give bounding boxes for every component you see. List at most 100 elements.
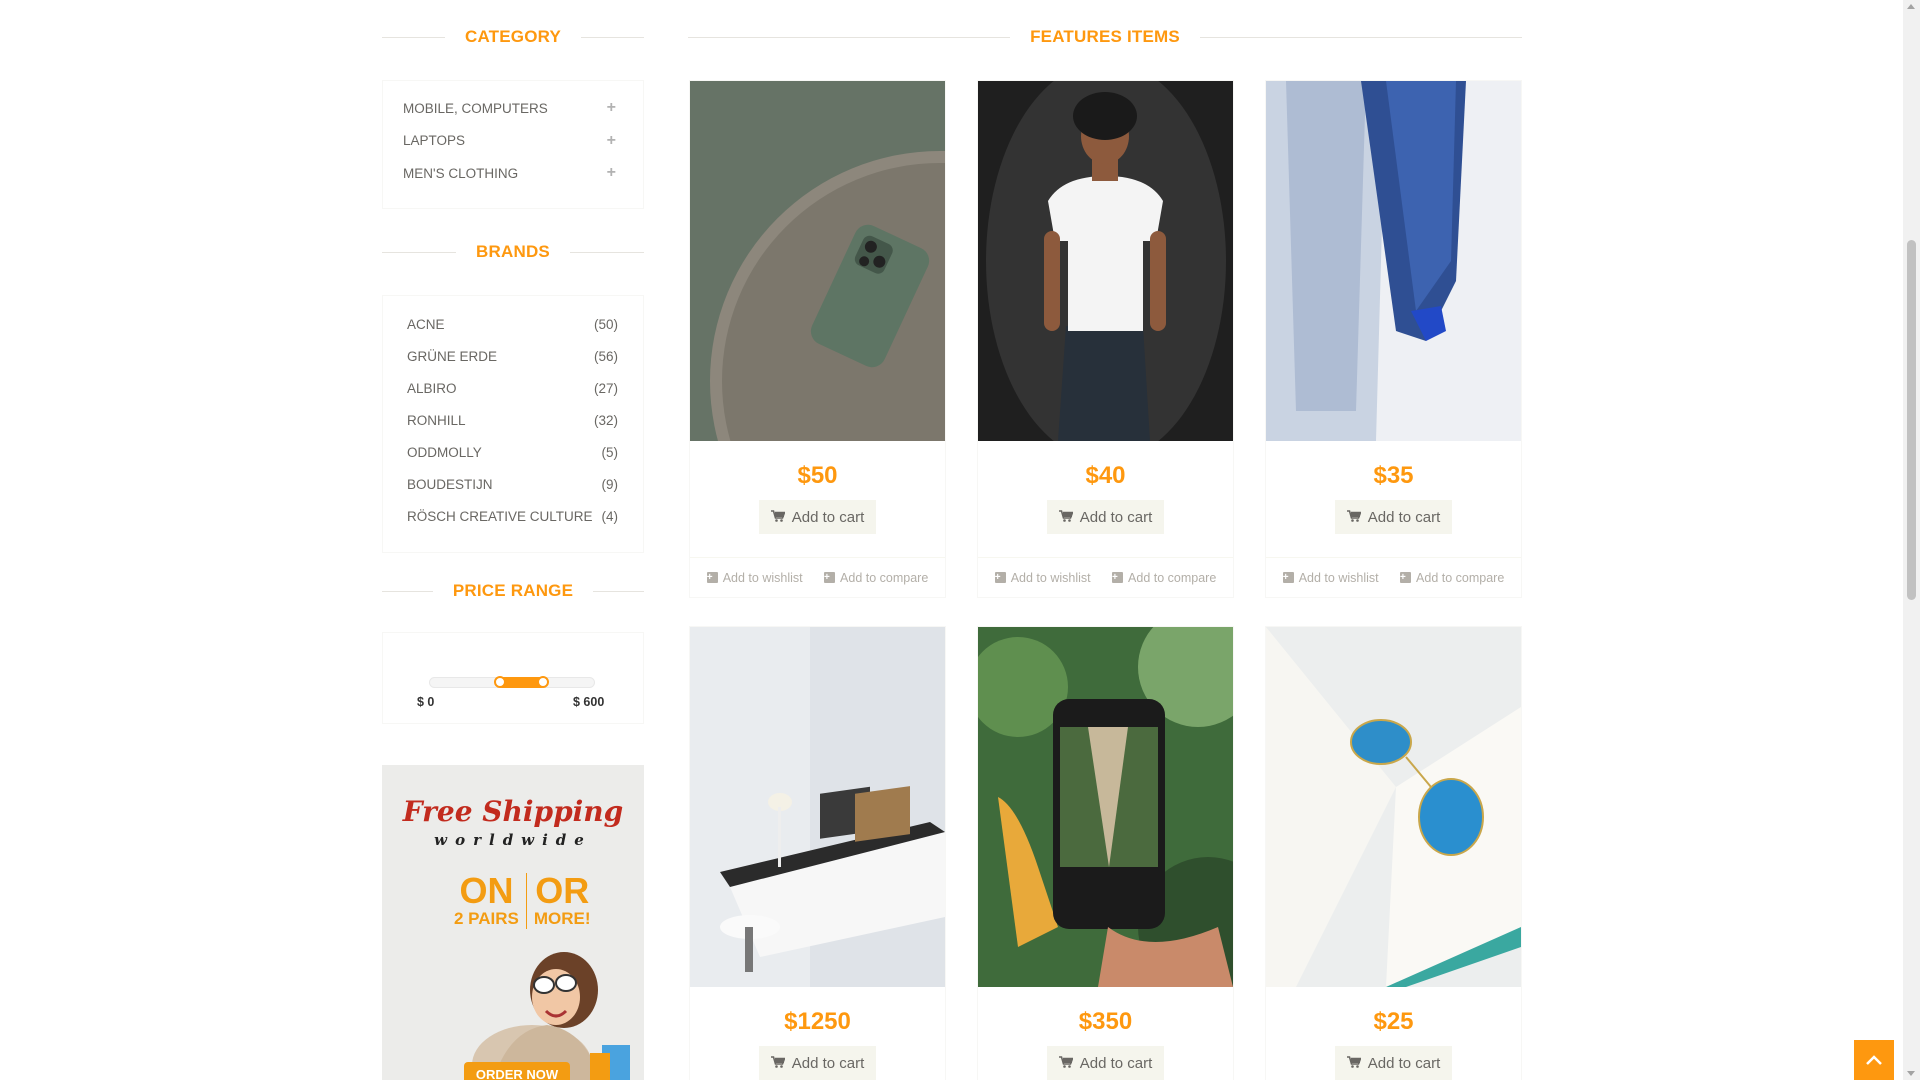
shopping-cart-icon [1346, 509, 1362, 526]
price-range-heading: PRICE RANGE [382, 579, 644, 603]
product-actions: + Add to wishlist + Add to compare [978, 557, 1233, 597]
features-heading: FEATURES ITEMS [688, 25, 1523, 49]
product-card: $25 Add to cart [1265, 626, 1522, 1080]
category-heading: CATEGORY [382, 25, 645, 49]
add-to-compare-link[interactable]: + Add to compare [1400, 571, 1504, 585]
brand-count: (5) [601, 444, 619, 460]
product-card: $35 Add to cart + Add to wishlist + Add to… [1265, 80, 1522, 598]
brand-count: (56) [593, 348, 618, 364]
add-to-wishlist-label: Add to wishlist [1298, 570, 1379, 585]
scroll-up-arrow-icon[interactable] [1907, 4, 1915, 9]
price-slider[interactable] [429, 676, 595, 688]
brand-item-acne[interactable]: ACNE (50) [383, 308, 643, 340]
category-label: MOBILE, COMPUTERS [403, 100, 548, 116]
add-to-cart-label: Add to cart [791, 1054, 865, 1072]
shopping-cart-icon [770, 509, 786, 526]
brand-item-rosch-creative-culture[interactable]: RÖSCH CREATIVE CULTURE (4) [383, 500, 643, 532]
plus-icon[interactable]: + [607, 164, 616, 182]
add-to-wishlist-link[interactable]: + Add to wishlist [1282, 570, 1379, 585]
scroll-to-top-button[interactable] [1854, 1040, 1894, 1080]
brand-name: ALBIRO [407, 380, 457, 396]
plus-square-icon: + [1282, 572, 1294, 583]
add-to-cart-button[interactable]: Add to cart [1047, 500, 1164, 534]
product-price: $25 [1373, 1008, 1414, 1035]
shopping-cart-icon [1346, 1055, 1362, 1072]
order-now-button[interactable]: ORDER NOW [464, 1062, 570, 1080]
category-title: CATEGORY [464, 27, 562, 46]
add-to-cart-button[interactable]: Add to cart [1335, 1046, 1452, 1080]
add-to-compare-label: Add to compare [1128, 570, 1217, 585]
plus-icon[interactable]: + [607, 99, 616, 117]
product-actions: + Add to wishlist + Add to compare [690, 557, 945, 597]
product-image-man-white-tshirt[interactable] [978, 81, 1233, 441]
price-range-title: PRICE RANGE [452, 581, 574, 600]
add-to-cart-button[interactable]: Add to cart [1335, 500, 1452, 534]
add-to-cart-label: Add to cart [1367, 508, 1441, 526]
page-scrollbar[interactable] [1903, 0, 1920, 1080]
brand-count: (27) [593, 380, 618, 396]
product-price: $1250 [784, 1008, 851, 1035]
chevron-up-icon [1866, 1055, 1882, 1065]
product-card: $50 Add to cart + Add to wishlist + Add to… [689, 80, 946, 598]
brand-item-albiro[interactable]: ALBIRO (27) [383, 372, 643, 404]
add-to-compare-link[interactable]: + Add to compare [1112, 571, 1216, 585]
plus-icon[interactable]: + [607, 132, 616, 150]
product-card: $1250 Add to cart [689, 626, 946, 1080]
free-shipping-banner[interactable]: Free Shipping worldwide ON 2 PAIRS OR MO… [382, 765, 644, 1080]
price-slider-min-handle[interactable] [493, 676, 506, 688]
brand-item-ronhill[interactable]: RONHILL (32) [383, 404, 643, 436]
features-title: FEATURES ITEMS [1030, 27, 1180, 46]
price-range-panel: $ 0 $ 600 [382, 632, 644, 724]
scroll-down-arrow-icon[interactable] [1907, 1071, 1915, 1076]
brand-name: ACNE [407, 316, 445, 332]
brand-name: ODDMOLLY [407, 444, 482, 460]
price-min-label: $ 0 [417, 695, 435, 709]
add-to-cart-button[interactable]: Add to cart [1047, 1046, 1164, 1080]
category-item-laptops[interactable]: LAPTOPS + [383, 125, 643, 158]
brands-heading: BRANDS [382, 240, 644, 264]
page: CATEGORY MOBILE, COMPUTERS + LAPTOPS + M… [0, 0, 1920, 1080]
shopping-cart-icon [770, 1055, 786, 1072]
brands-panel: ACNE (50) GRÜNE ERDE (56) ALBIRO (27) RO… [382, 295, 644, 553]
category-panel: MOBILE, COMPUTERS + LAPTOPS + MEN'S CLOT… [382, 80, 644, 209]
add-to-wishlist-link[interactable]: + Add to wishlist [994, 570, 1091, 585]
product-price: $40 [1085, 462, 1126, 489]
add-to-compare-label: Add to compare [1416, 570, 1505, 585]
add-to-cart-label: Add to cart [1367, 1054, 1441, 1072]
add-to-cart-button[interactable]: Add to cart [759, 1046, 876, 1080]
plus-square-icon: + [824, 572, 836, 583]
add-to-compare-link[interactable]: + Add to compare [824, 571, 928, 585]
category-label: LAPTOPS [403, 133, 466, 149]
price-max-label: $ 600 [573, 695, 605, 709]
brand-item-boudestijn[interactable]: BOUDESTIJN (9) [383, 468, 643, 500]
banner-offer-right-small: MORE! [533, 909, 591, 928]
add-to-cart-button[interactable]: Add to cart [759, 500, 876, 534]
product-card: $40 Add to cart + Add to wishlist + Add to… [977, 80, 1234, 598]
scrollbar-thumb[interactable] [1907, 240, 1916, 600]
banner-offer-left-big: ON [459, 870, 514, 911]
add-to-cart-label: Add to cart [791, 508, 865, 526]
brand-count: (4) [601, 508, 619, 524]
brand-count: (32) [593, 412, 618, 428]
banner-offer-left-small: 2 PAIRS [454, 909, 519, 928]
add-to-wishlist-label: Add to wishlist [1010, 570, 1091, 585]
plus-square-icon: + [1112, 572, 1124, 583]
add-to-wishlist-link[interactable]: + Add to wishlist [706, 571, 803, 585]
plus-square-icon: + [1400, 572, 1412, 583]
product-image-hand-phone[interactable] [978, 627, 1233, 987]
product-image-green-phone[interactable] [690, 81, 945, 441]
brand-item-grune-erde[interactable]: GRÜNE ERDE (56) [383, 340, 643, 372]
category-item-mens-clothing[interactable]: MEN'S CLOTHING + [383, 157, 643, 190]
category-label: MEN'S CLOTHING [403, 165, 519, 181]
brand-count: (9) [601, 476, 619, 492]
product-image-denim-jeans[interactable] [1266, 81, 1521, 441]
price-slider-max-handle[interactable] [536, 676, 549, 688]
product-card: $350 Add to cart [977, 626, 1234, 1080]
banner-subtitle: worldwide [434, 831, 592, 849]
product-image-laptop-desk[interactable] [690, 627, 945, 987]
product-image-sunglasses-book[interactable] [1266, 627, 1521, 987]
category-item-mobile-computers[interactable]: MOBILE, COMPUTERS + [383, 92, 643, 125]
brand-name: RONHILL [407, 412, 466, 428]
brand-item-oddmolly[interactable]: ODDMOLLY (5) [383, 436, 643, 468]
product-price: $35 [1373, 462, 1414, 489]
